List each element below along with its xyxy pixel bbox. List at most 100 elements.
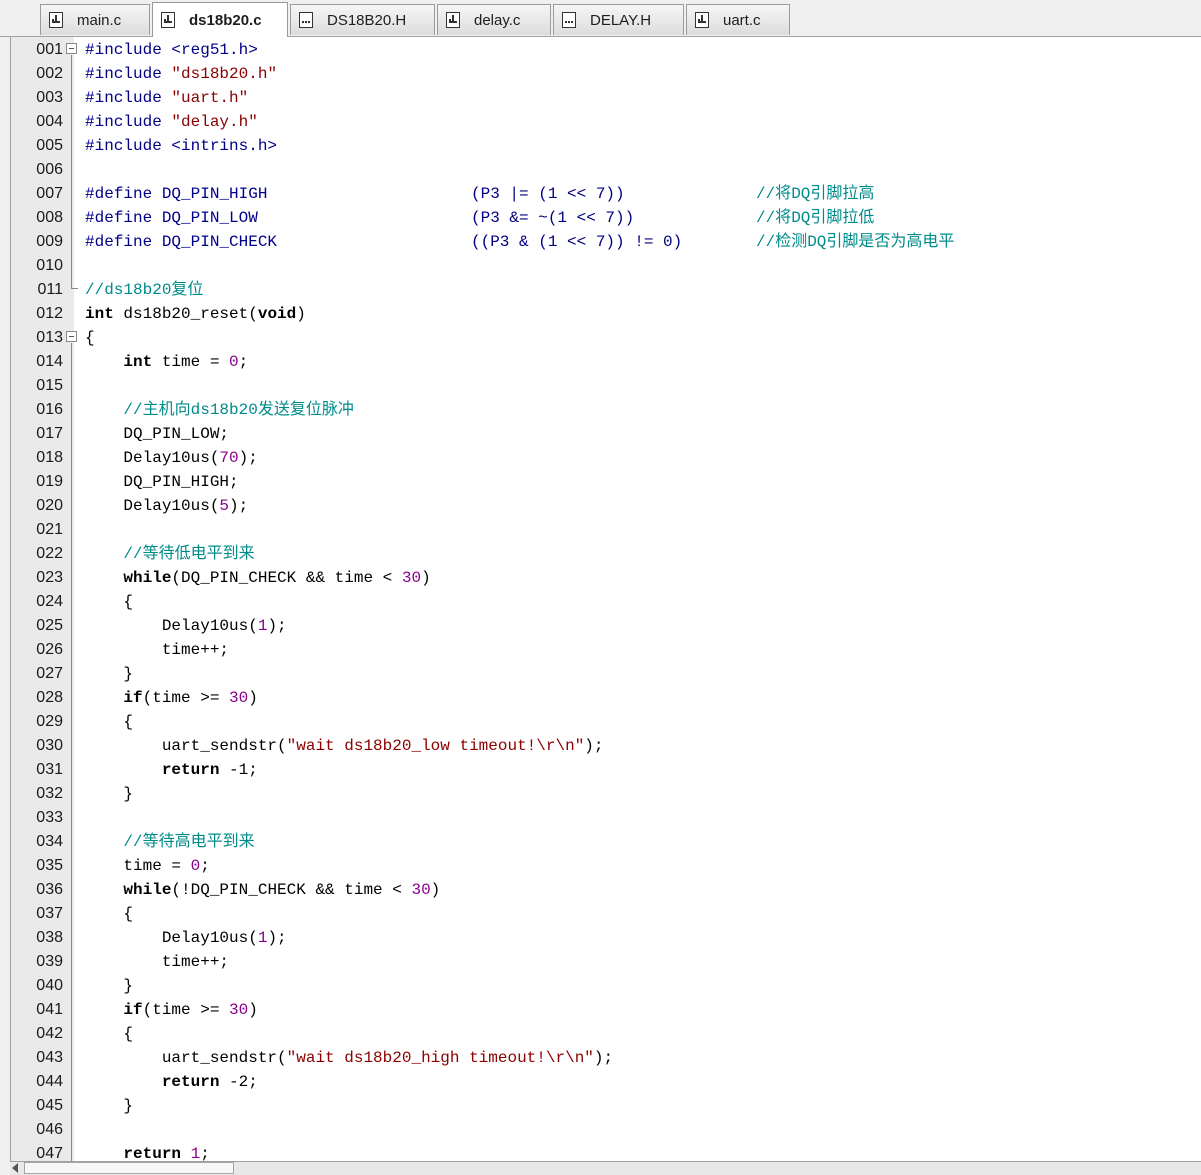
- number-literal: 30: [229, 689, 249, 707]
- line-number: 021: [36, 521, 63, 538]
- line-number: 015: [36, 377, 63, 394]
- code-comment: //等待高电平到来: [85, 833, 255, 851]
- tab-uart-c[interactable]: uart.c: [686, 4, 790, 35]
- code-comment: //ds18b20复位: [85, 281, 204, 299]
- line-number: 041: [36, 1001, 63, 1018]
- scrollbar-thumb[interactable]: [24, 1162, 234, 1174]
- code-line: 010: [11, 254, 1201, 278]
- tab-ds18b20-h[interactable]: DS18B20.H: [290, 4, 435, 35]
- punctuation: [181, 1145, 191, 1161]
- tab-label: main.c: [77, 11, 122, 29]
- identifier: Delay10us(: [85, 497, 220, 515]
- code-text: if(time >= 30): [85, 998, 257, 1022]
- code-line: 017 DQ_PIN_LOW;: [11, 422, 1201, 446]
- code-line: 004 #include "delay.h": [11, 110, 1201, 134]
- punctuation: ): [421, 569, 431, 587]
- code-text: return 1;: [85, 1142, 209, 1161]
- code-line: 020 Delay10us(5);: [11, 494, 1201, 518]
- keyword: return: [161, 761, 220, 779]
- punctuation: );: [593, 1049, 614, 1067]
- identifier: Delay10us(: [85, 617, 258, 635]
- identifier: ds18b20_reset(: [113, 305, 258, 323]
- code-text: {: [85, 713, 134, 731]
- preprocessor: #include: [85, 89, 172, 107]
- code-line: 027 }: [11, 662, 1201, 686]
- punctuation: );: [267, 617, 287, 635]
- line-number: 039: [36, 953, 63, 970]
- code-line: 008 #define DQ_PIN_LOW (P3 &= ~(1 << 7)) //…: [11, 206, 1201, 230]
- code-line: 007 #define DQ_PIN_HIGH (P3 |= (1 << 7)) //…: [11, 182, 1201, 206]
- number-literal: 1: [190, 1145, 201, 1161]
- line-number: 025: [36, 617, 63, 634]
- code-text: while(!DQ_PIN_CHECK && time < 30): [85, 878, 440, 902]
- code-text: #include "ds18b20.h": [85, 62, 277, 86]
- fold-toggle-icon[interactable]: [66, 331, 77, 342]
- code-text: }: [85, 665, 134, 683]
- line-number: 033: [36, 809, 63, 826]
- number-literal: 5: [219, 497, 230, 515]
- code-text: if(time >= 30): [85, 686, 257, 710]
- keyword: void: [257, 305, 297, 323]
- string-literal: "delay.h": [171, 113, 258, 131]
- macro-body: ((P3 & (1 << 7)) != 0): [471, 233, 683, 251]
- code-comment: //检测DQ引脚是否为高电平: [756, 233, 955, 251]
- string-literal: "uart.h": [171, 89, 249, 107]
- tab-label: ds18b20.c: [189, 11, 262, 29]
- number-literal: 30: [411, 881, 431, 899]
- line-number: 009: [36, 233, 63, 250]
- punctuation: );: [229, 497, 249, 515]
- line-number: 040: [36, 977, 63, 994]
- code-line: 026 time++;: [11, 638, 1201, 662]
- tab-ds18b20-c[interactable]: ds18b20.c: [152, 2, 288, 37]
- code-line: 001 #include <reg51.h>: [11, 38, 1201, 62]
- line-number: 028: [36, 689, 63, 706]
- tab-delay-c[interactable]: delay.c: [437, 4, 551, 35]
- horizontal-scrollbar[interactable]: [10, 1161, 1201, 1175]
- line-number: 046: [36, 1121, 63, 1138]
- code-area[interactable]: 001 #include <reg51.h> 002 #include "ds18b…: [11, 38, 1201, 1161]
- line-number: 020: [36, 497, 63, 514]
- tab-main-c[interactable]: main.c: [40, 4, 150, 35]
- code-line: 011 //ds18b20复位: [11, 278, 1201, 302]
- keyword: while: [123, 881, 172, 899]
- code-text: DQ_PIN_LOW;: [85, 425, 230, 443]
- keyword: int: [85, 305, 114, 323]
- code-text: {: [85, 329, 95, 347]
- tab-label: DS18B20.H: [327, 11, 407, 29]
- line-number: 006: [36, 161, 63, 178]
- line-number: 003: [36, 89, 63, 106]
- scroll-left-arrow-icon[interactable]: [12, 1163, 18, 1173]
- line-number: 045: [36, 1097, 63, 1114]
- identifier: (DQ_PIN_CHECK && time <: [171, 569, 402, 587]
- c-file-icon: [49, 12, 63, 28]
- macro-body: (P3 &= ~(1 << 7)): [471, 209, 635, 227]
- line-number: 042: [36, 1025, 63, 1042]
- code-line: 003 #include "uart.h": [11, 86, 1201, 110]
- code-line: 031 return -1;: [11, 758, 1201, 782]
- header-file-icon: [299, 12, 313, 28]
- line-number: 029: [36, 713, 63, 730]
- line-number: 011: [37, 281, 63, 298]
- tab-delay-h[interactable]: DELAY.H: [553, 4, 684, 35]
- line-number: 036: [36, 881, 63, 898]
- code-line: 045 }: [11, 1094, 1201, 1118]
- fold-end-marker: [71, 278, 78, 289]
- code-line: 040 }: [11, 974, 1201, 998]
- code-comment: //等待低电平到来: [85, 545, 255, 563]
- code-editor[interactable]: 001 #include <reg51.h> 002 #include "ds18b…: [10, 37, 1201, 1161]
- code-line: 042 {: [11, 1022, 1201, 1046]
- code-line: 043 uart_sendstr("wait ds18b20_high time…: [11, 1046, 1201, 1070]
- keyword: int: [123, 353, 153, 371]
- macro-body: (P3 |= (1 << 7)): [471, 185, 625, 203]
- code-line: 024 {: [11, 590, 1201, 614]
- code-line: 015: [11, 374, 1201, 398]
- fold-toggle-icon[interactable]: [66, 43, 77, 54]
- number-literal: 1: [257, 617, 268, 635]
- code-comment: //主机向ds18b20发送复位脉冲: [85, 401, 354, 419]
- code-text: Delay10us(1);: [85, 614, 287, 638]
- line-number: 019: [36, 473, 63, 490]
